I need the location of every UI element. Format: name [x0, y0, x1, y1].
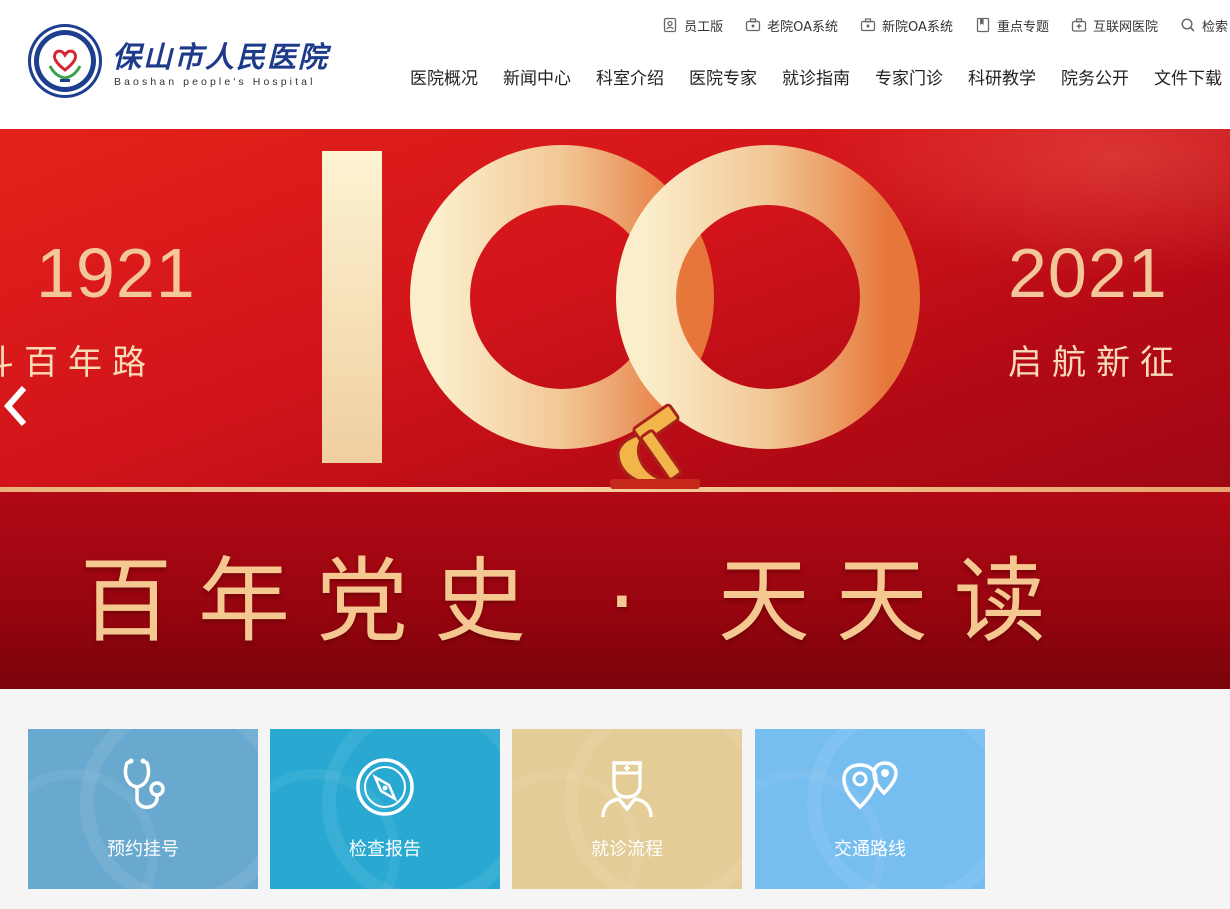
map-pin-icon [840, 755, 900, 819]
hero-banner[interactable]: 1921 斗百年路 2021 启航新征 [0, 129, 1230, 689]
stethoscope-icon [113, 755, 173, 819]
hospital-emblem-icon [28, 24, 102, 98]
toplink-staff[interactable]: 员工版 [662, 16, 723, 35]
nav-file-download[interactable]: 文件下载 [1154, 64, 1222, 89]
tile-label: 预约挂号 [107, 839, 179, 860]
nav-experts[interactable]: 医院专家 [689, 64, 757, 89]
subtitle-right: 启航新征 [1008, 343, 1184, 383]
toplink-old-oa[interactable]: 老院OA系统 [745, 16, 838, 35]
toplink-label: 重点专题 [996, 19, 1049, 35]
toplink-search[interactable]: 检索 [1180, 16, 1228, 35]
year-right: 2021 [1008, 234, 1168, 312]
logo-chinese-name: 保山市人民医院 [112, 40, 330, 74]
banner-slogan: 百年党史 · 天天读 [80, 548, 1072, 655]
nav-hospital-overview[interactable]: 医院概况 [410, 64, 478, 89]
banner-prev-button[interactable] [0, 382, 32, 430]
doctor-icon [597, 755, 657, 819]
nav-affairs-public[interactable]: 院务公开 [1061, 64, 1129, 89]
nav-expert-clinic[interactable]: 专家门诊 [875, 64, 943, 89]
toplink-new-oa[interactable]: 新院OA系统 [860, 16, 953, 35]
toplink-label: 检索 [1201, 19, 1228, 35]
hammer-sickle-icon [598, 395, 708, 495]
tile-label: 就诊流程 [591, 839, 663, 860]
quick-service-tiles: 预约挂号 检查报告 就诊流程 交通路线 [28, 729, 988, 889]
briefcase-icon [860, 17, 876, 33]
toplink-internet-hospital[interactable]: 互联网医院 [1071, 16, 1158, 35]
hospital-logo[interactable]: 保山市人民医院 Baoshan people's Hospital [28, 24, 338, 102]
bookmark-icon [975, 17, 991, 33]
tile-visit-process[interactable]: 就诊流程 [512, 729, 742, 889]
tile-appointment[interactable]: 预约挂号 [28, 729, 258, 889]
toplink-label: 老院OA系统 [767, 19, 839, 35]
toplink-label: 新院OA系统 [882, 19, 953, 35]
tile-label: 交通路线 [834, 839, 906, 860]
nav-research-teaching[interactable]: 科研教学 [968, 64, 1036, 89]
chevron-left-icon [3, 386, 27, 426]
medical-kit-icon [1071, 17, 1087, 33]
nav-visit-guide[interactable]: 就诊指南 [782, 64, 850, 89]
year-left: 1921 [36, 234, 196, 312]
briefcase-icon [745, 17, 761, 33]
search-icon [1180, 17, 1196, 33]
toplink-label: 互联网医院 [1092, 19, 1158, 35]
toplink-label: 员工版 [684, 19, 724, 35]
site-header: 保山市人民医院 Baoshan people's Hospital 员工版 老院… [0, 0, 1230, 129]
tile-label: 检查报告 [349, 839, 421, 860]
main-nav: 医院概况 新闻中心 科室介绍 医院专家 就诊指南 专家门诊 科研教学 院务公开 … [385, 64, 1222, 89]
subtitle-left: 斗百年路 [0, 343, 156, 383]
compass-icon [355, 755, 415, 819]
logo-english-name: Baoshan people's Hospital [114, 76, 316, 88]
nav-news-center[interactable]: 新闻中心 [503, 64, 571, 89]
toplink-topics[interactable]: 重点专题 [975, 16, 1049, 35]
nav-departments[interactable]: 科室介绍 [596, 64, 664, 89]
top-links: 员工版 老院OA系统 新院OA系统 重点专题 互联网医院 检索 [640, 14, 1228, 36]
tile-traffic-route[interactable]: 交通路线 [755, 729, 985, 889]
tile-exam-report[interactable]: 检查报告 [270, 729, 500, 889]
badge-icon [662, 17, 678, 33]
